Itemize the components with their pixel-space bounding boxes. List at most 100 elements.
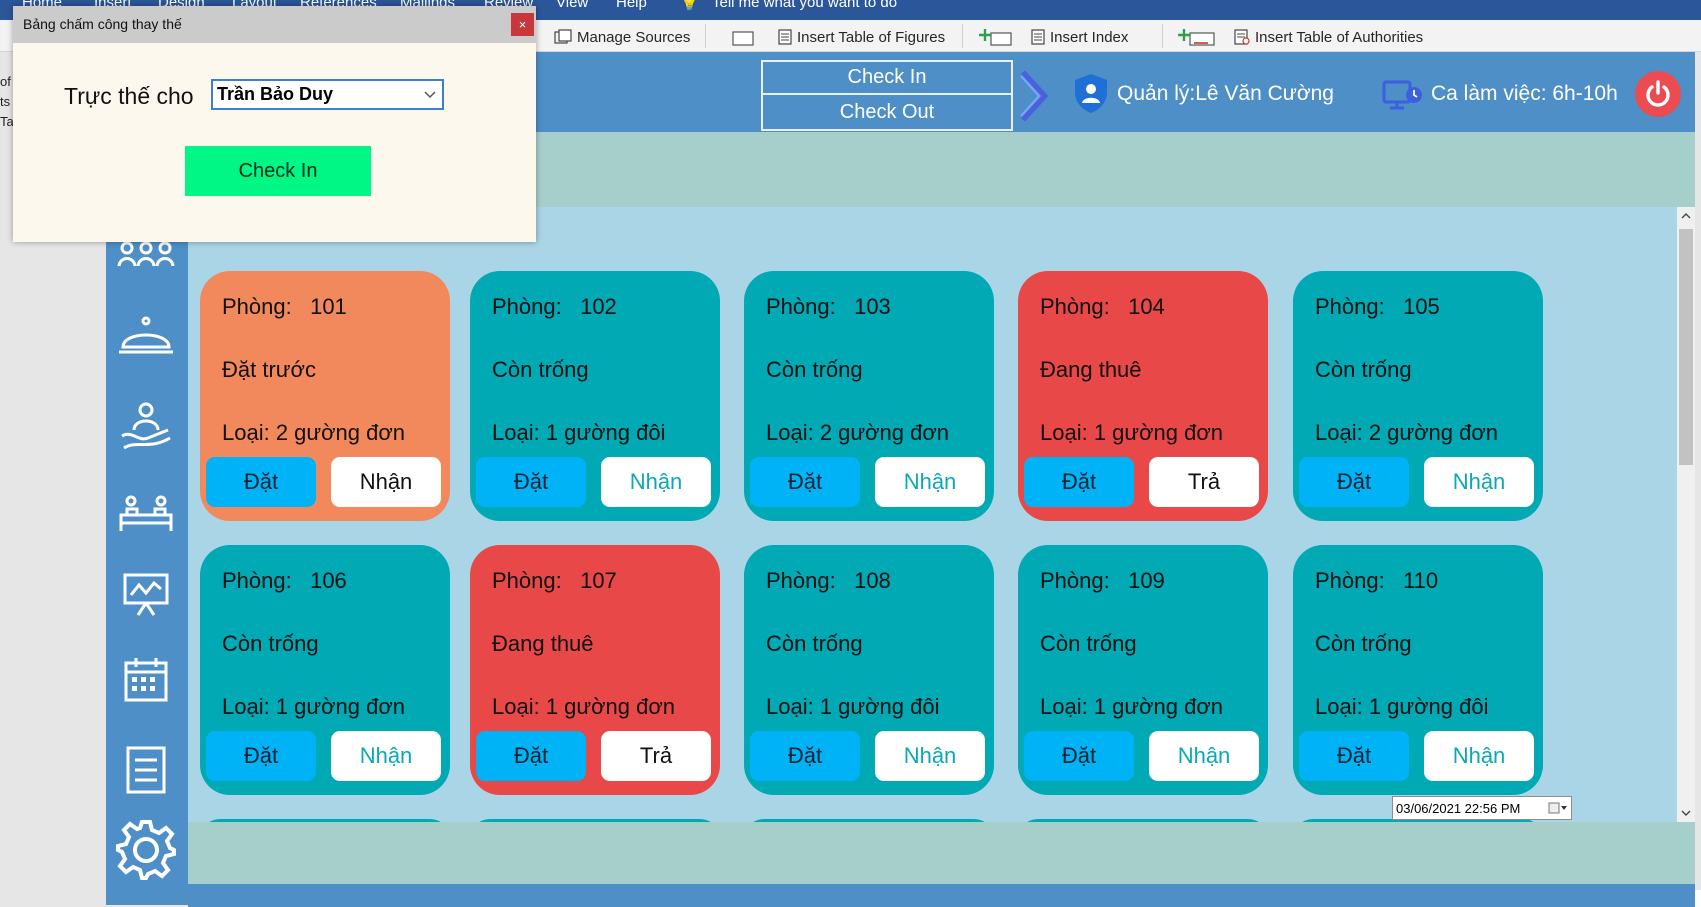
calendar-dropdown-icon[interactable] [1548,801,1568,815]
chevron-right-icon[interactable] [1019,70,1051,122]
book-room-button[interactable]: Đặt [206,731,316,781]
book-room-button[interactable]: Đặt [1024,457,1134,507]
close-button[interactable]: × [511,13,534,36]
room-number-value: 102 [580,294,617,319]
datetime-picker[interactable]: 03/06/2021 22:56 PM [1392,796,1572,820]
room-status: Còn trống [492,357,589,382]
sidebar-item-settings[interactable] [114,820,178,880]
room-action-button[interactable]: Trả [601,731,711,781]
room-action-button[interactable]: Nhận [875,731,985,781]
book-room-button[interactable]: Đặt [476,457,586,507]
sidebar-item-rooms[interactable] [114,484,178,544]
manager-name: Quản lý:Lê Văn Cường [1117,82,1334,105]
room-number-label: Phòng: [1040,568,1110,593]
room-number-label: Phòng: [222,294,292,319]
sidebar-item-staff[interactable] [114,396,178,456]
manager-shield-icon [1075,74,1107,113]
manage-sources-icon [554,29,572,44]
room-status: Đang thuê [492,631,594,656]
book-room-button[interactable]: Đặt [206,457,316,507]
sidebar-item-services[interactable] [114,306,178,366]
room-card[interactable]: Phòng: 106 Còn trống Loại: 1 gường đơn Đặt N… [200,545,450,795]
ribbon-divider [705,24,706,48]
room-card[interactable]: Phòng: 107 Đang thuê Loại: 1 gường đơn Đặt T… [470,545,720,795]
check-in-button[interactable]: Check In [185,146,371,196]
room-number: Phòng: 106 [222,568,347,594]
insert-index-button[interactable]: Insert Index [1031,27,1128,47]
scroll-up-button[interactable] [1677,207,1695,225]
mark-citation-icon[interactable] [1178,27,1221,47]
room-type: Loại: 2 gường đơn [766,420,950,445]
word-tell-me-search[interactable]: Tell me what you want to do [712,0,897,11]
manage-sources-button[interactable]: Manage Sources [554,27,690,47]
room-card[interactable]: Phòng: 110 Còn trống Loại: 1 gường đôi Đặt N… [1293,545,1543,795]
ribbon-divider [1162,24,1163,48]
insert-table-of-authorities-button[interactable]: Insert Table of Authorities [1234,27,1423,47]
room-status: Còn trống [1315,357,1412,382]
room-action-button[interactable]: Nhận [331,457,441,507]
sidebar [106,132,188,905]
mark-entry-icon[interactable] [979,27,1018,47]
book-room-button[interactable]: Đặt [1299,731,1409,781]
room-card[interactable]: Phòng: 109 Còn trống Loại: 1 gường đơn Đặt N… [1018,545,1268,795]
insert-index-label: Insert Index [1050,28,1129,46]
room-action-button[interactable]: Nhận [1424,731,1534,781]
room-action-button[interactable]: Nhận [601,457,711,507]
room-number: Phòng: 107 [492,568,617,594]
room-action-button[interactable]: Trả [1149,457,1259,507]
chevron-down-icon[interactable] [423,86,437,102]
book-room-button[interactable]: Đặt [750,457,860,507]
room-number-value: 105 [1403,294,1440,319]
book-room-button[interactable]: Đặt [750,731,860,781]
check-out-tab[interactable]: Check Out [763,96,1011,129]
room-number-label: Phòng: [492,568,562,593]
customers-icon [117,241,175,267]
dialog-titlebar[interactable]: Bảng chấm công thay thế × [13,6,536,43]
room-card[interactable]: Phòng: 101 Đặt trước Loại: 2 gường đơn Đặt N… [200,271,450,521]
sidebar-item-statistics[interactable] [114,564,178,624]
shift-monitor-icon [1382,80,1422,110]
app-footer [188,884,1695,907]
room-card[interactable]: Phòng: 105 Còn trống Loại: 2 gường đơn Đặt N… [1293,271,1543,521]
room-action-button[interactable]: Nhận [1424,457,1534,507]
room-card[interactable]: Phòng: 108 Còn trống Loại: 1 gường đôi Đặt N… [744,545,994,795]
room-card[interactable]: Phòng: 102 Còn trống Loại: 1 gường đôi Đặt N… [470,271,720,521]
statistics-icon [123,573,169,616]
scroll-thumb[interactable] [1679,229,1693,465]
insert-table-of-figures-button[interactable]: Insert Table of Figures [778,27,945,47]
sidebar-item-schedule[interactable] [114,650,178,710]
room-type: Loại: 1 gường đôi [766,694,940,719]
sidebar-item-reports[interactable] [114,740,178,800]
power-icon [1646,80,1670,107]
room-grid-scrollbar[interactable] [1677,207,1695,822]
room-status: Còn trống [1315,631,1412,656]
room-number: Phòng: 108 [766,568,891,594]
room-number-label: Phòng: [1040,294,1110,319]
room-number-label: Phòng: [766,294,836,319]
logout-button[interactable] [1635,71,1681,117]
room-number-label: Phòng: [1315,568,1385,593]
book-room-button[interactable]: Đặt [1299,457,1409,507]
book-room-button[interactable]: Đặt [476,731,586,781]
room-type: Loại: 1 gường đôi [1315,694,1489,719]
substitute-employee-select[interactable]: Trần Bảo Duy [211,79,444,110]
scroll-down-button[interactable] [1677,804,1695,822]
word-menu-help[interactable]: Help [616,0,647,11]
room-number-value: 103 [854,294,891,319]
room-number: Phòng: 103 [766,294,891,320]
book-room-button[interactable]: Đặt [1024,731,1134,781]
room-card[interactable]: Phòng: 104 Đang thuê Loại: 1 gường đơn Đặt T… [1018,271,1268,521]
room-action-button[interactable]: Nhận [1149,731,1259,781]
word-menu-view[interactable]: View [556,0,588,11]
room-number: Phòng: 101 [222,294,347,320]
room-type: Loại: 1 gường đơn [222,694,406,719]
chevron-down-icon [1681,810,1691,816]
check-in-tab[interactable]: Check In [763,62,1011,95]
room-action-button[interactable]: Nhận [875,457,985,507]
room-number: Phòng: 102 [492,294,617,320]
room-card[interactable]: Phòng: 103 Còn trống Loại: 2 gường đơn Đặt N… [744,271,994,521]
settings-icon [116,820,176,880]
room-action-button[interactable]: Nhận [331,731,441,781]
room-number-value: 106 [310,568,347,593]
insert-caption-icon[interactable] [731,27,762,47]
